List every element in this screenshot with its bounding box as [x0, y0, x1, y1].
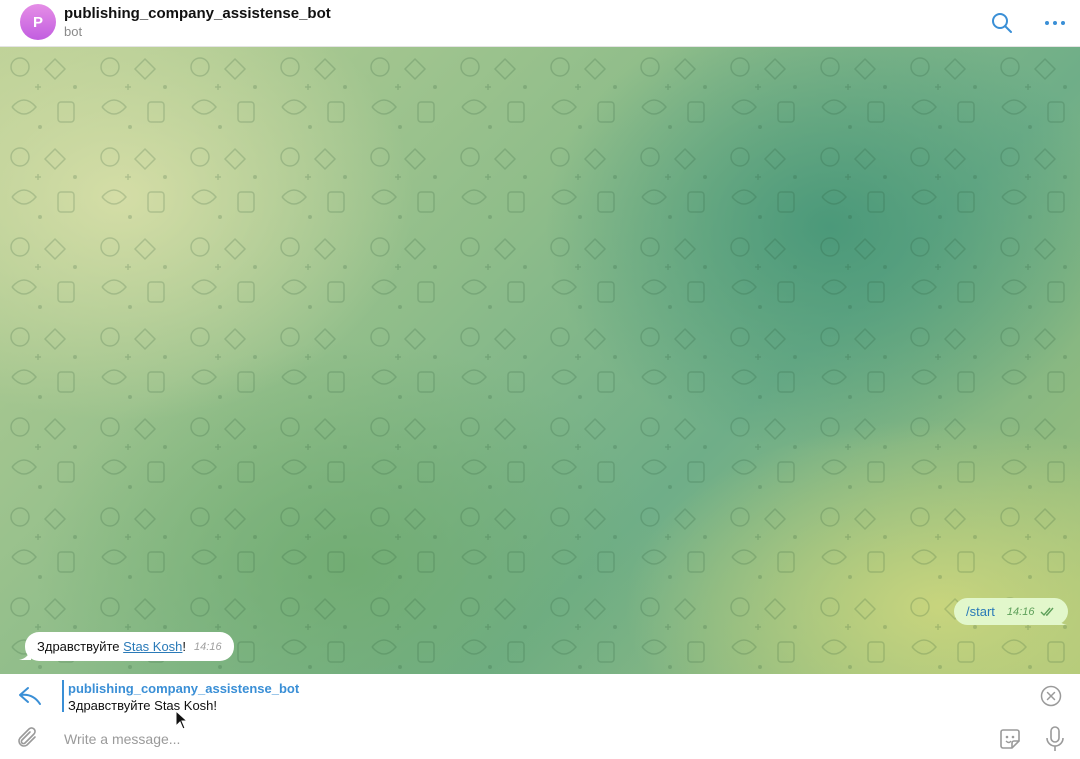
mention-link[interactable]: Stas Kosh [123, 639, 182, 654]
incoming-message-suffix: ! [182, 639, 187, 654]
avatar-letter: P [32, 13, 43, 31]
outgoing-message[interactable]: /start 14:16 [954, 598, 1069, 625]
outgoing-bubble-tail [1055, 613, 1067, 625]
chat-background-pattern [0, 47, 1080, 674]
incoming-bubble-tail [19, 648, 31, 660]
search-icon[interactable] [990, 11, 1014, 35]
paperclip-icon[interactable] [16, 726, 42, 752]
chat-header: P publishing_company_assistense_bot bot [0, 0, 1080, 47]
reply-message-text[interactable]: Здравствуйте Stas Kosh! [68, 698, 217, 713]
reply-preview-bar: publishing_company_assistense_bot Здравс… [0, 674, 1080, 718]
reply-arrow-icon[interactable] [17, 684, 43, 708]
outgoing-message-time: 14:16 [1006, 605, 1035, 618]
chat-title[interactable]: publishing_company_assistense_bot [64, 5, 331, 22]
reply-accent-line [62, 680, 64, 712]
incoming-message-time: 14:16 [194, 640, 222, 653]
incoming-message-prefix: Здравствуйте [37, 639, 124, 654]
incoming-message[interactable]: Здравствуйте Stas Kosh ! 14:16 [25, 632, 234, 661]
chat-area[interactable]: /start 14:16 Здравствуйте Stas Kosh ! 14… [0, 47, 1080, 674]
avatar[interactable]: P [20, 4, 56, 40]
close-circle-icon[interactable] [1040, 685, 1062, 707]
outgoing-message-text[interactable]: /start [966, 604, 995, 619]
microphone-icon[interactable] [1044, 725, 1066, 753]
message-input[interactable] [64, 728, 964, 750]
more-dots-icon[interactable] [1043, 11, 1067, 35]
composer-bar [0, 718, 1080, 759]
sticker-icon[interactable] [997, 726, 1023, 752]
chat-subtitle: bot [64, 24, 83, 39]
reply-sender-name[interactable]: publishing_company_assistense_bot [68, 681, 299, 696]
